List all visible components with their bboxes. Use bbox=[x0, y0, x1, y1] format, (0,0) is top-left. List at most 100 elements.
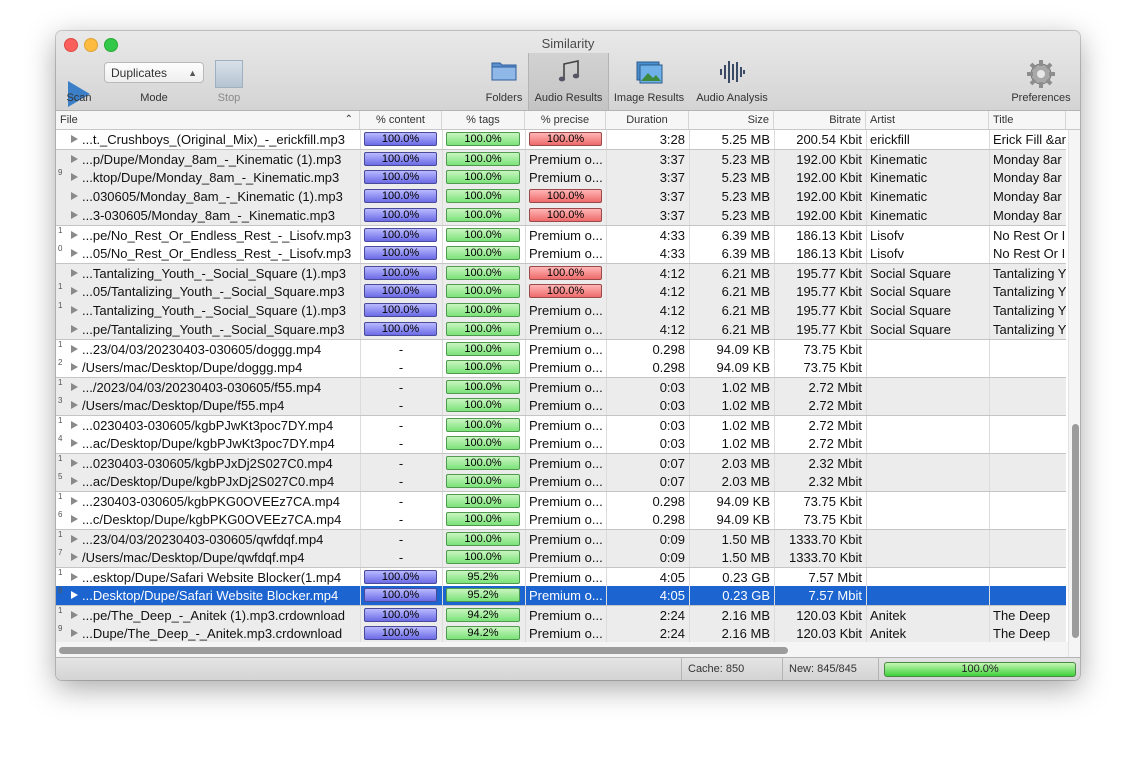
column-divider bbox=[866, 416, 867, 435]
preferences-button[interactable]: Preferences bbox=[1006, 53, 1076, 110]
stop-icon[interactable] bbox=[215, 60, 243, 88]
table-row[interactable]: 1 ...05/Tantalizing_Youth_-_Social_Square… bbox=[56, 282, 1066, 301]
column-divider bbox=[606, 206, 607, 225]
disclosure-triangle-icon[interactable] bbox=[71, 287, 78, 295]
disclosure-triangle-icon[interactable] bbox=[71, 249, 78, 257]
column-divider bbox=[442, 416, 443, 435]
disclosure-triangle-icon[interactable] bbox=[71, 173, 78, 181]
table-row[interactable]: 9 ...Dupe/The_Deep_-_Anitek.mp3.crdownloa… bbox=[56, 624, 1066, 643]
column-divider bbox=[689, 472, 690, 491]
table-row[interactable]: 1 ...Tantalizing_Youth_-_Social_Square (1… bbox=[56, 301, 1066, 320]
disclosure-triangle-icon[interactable] bbox=[71, 497, 78, 505]
column-divider bbox=[866, 301, 867, 320]
table-row[interactable]: 1 ...23/04/03/20230403-030605/doggg.mp4 - 1… bbox=[56, 339, 1066, 359]
table-row[interactable]: 1 .../2023/04/03/20230403-030605/f55.mp4 -… bbox=[56, 377, 1066, 397]
table-row[interactable]: 1 ...23/04/03/20230403-030605/qwfdqf.mp4 -… bbox=[56, 529, 1066, 549]
track-title: Erick Fill &ar bbox=[993, 132, 1066, 147]
table-row[interactable]: 1 ...0230403-030605/kgbPJwKt3poc7DY.mp4 - 1… bbox=[56, 415, 1066, 435]
column-header-content[interactable]: % content bbox=[360, 111, 442, 129]
disclosure-triangle-icon[interactable] bbox=[71, 345, 78, 353]
table-row[interactable]: 8 ...Desktop/Dupe/Safari Website Blocker.… bbox=[56, 586, 1066, 605]
column-divider bbox=[360, 264, 361, 283]
column-header-duration[interactable]: Duration bbox=[606, 111, 689, 129]
group-number: 1 bbox=[58, 226, 63, 235]
table-row[interactable]: 1 ...230403-030605/kgbPKG0OVEEz7CA.mp4 - 10… bbox=[56, 491, 1066, 511]
disclosure-triangle-icon[interactable] bbox=[71, 421, 78, 429]
vertical-scrollbar[interactable] bbox=[1068, 130, 1080, 657]
disclosure-triangle-icon[interactable] bbox=[71, 611, 78, 619]
column-header-title[interactable]: Title bbox=[989, 111, 1066, 129]
column-divider bbox=[606, 150, 607, 169]
tab-folders[interactable]: Folders bbox=[481, 53, 527, 110]
track-title bbox=[989, 548, 1066, 567]
table-row[interactable]: 0 ...05/No_Rest_Or_Endless_Rest_-_Lisofv.… bbox=[56, 244, 1066, 263]
vertical-scroll-thumb[interactable] bbox=[1072, 424, 1079, 638]
table-row[interactable]: 7/Users/mac/Desktop/Dupe/qwfdqf.mp4 - 100.… bbox=[56, 548, 1066, 567]
table-row[interactable]: 1 ...pe/No_Rest_Or_Endless_Rest_-_Lisofv.… bbox=[56, 225, 1066, 245]
tags-match-bar: 100.0% bbox=[446, 170, 520, 184]
tab-image-results[interactable]: Image Results bbox=[609, 53, 689, 110]
disclosure-triangle-icon[interactable] bbox=[71, 231, 78, 239]
table-row[interactable]: ...p/Dupe/Monday_8am_-_Kinematic (1).mp3… bbox=[56, 149, 1066, 169]
track-title: Monday 8ar bbox=[993, 189, 1062, 204]
artist bbox=[866, 530, 989, 549]
column-header-size[interactable]: Size bbox=[689, 111, 774, 129]
disclosure-triangle-icon[interactable] bbox=[71, 155, 78, 163]
disclosure-triangle-icon[interactable] bbox=[71, 629, 78, 637]
table-row[interactable]: 9 ...ktop/Dupe/Monday_8am_-_Kinematic.mp3… bbox=[56, 168, 1066, 187]
horizontal-scrollbar[interactable] bbox=[56, 642, 1068, 657]
table-row[interactable]: ...3-030605/Monday_8am_-_Kinematic.mp3 10… bbox=[56, 206, 1066, 225]
artist bbox=[866, 434, 989, 453]
table-row[interactable]: 6 ...c/Desktop/Dupe/kgbPKG0OVEEz7CA.mp4 - 1… bbox=[56, 510, 1066, 529]
disclosure-triangle-icon[interactable] bbox=[71, 135, 78, 143]
table-row[interactable]: 3/Users/mac/Desktop/Dupe/f55.mp4 - 100.0% P… bbox=[56, 396, 1066, 415]
content-match: - bbox=[398, 342, 404, 357]
column-divider bbox=[525, 320, 526, 339]
tab-audio-analysis[interactable]: Audio Analysis bbox=[691, 53, 773, 110]
table-row[interactable]: 1 ...pe/The_Deep_-_Anitek (1).mp3.crdownl… bbox=[56, 605, 1066, 625]
bitrate: 192.00 Kbit bbox=[796, 152, 862, 167]
table-row[interactable]: ...030605/Monday_8am_-_Kinematic (1).mp3… bbox=[56, 187, 1066, 206]
column-header-bitrate[interactable]: Bitrate bbox=[774, 111, 866, 129]
disclosure-triangle-icon[interactable] bbox=[71, 269, 78, 277]
horizontal-scroll-thumb[interactable] bbox=[59, 647, 788, 654]
disclosure-triangle-icon[interactable] bbox=[71, 383, 78, 391]
disclosure-triangle-icon[interactable] bbox=[71, 325, 78, 333]
scan-button[interactable]: Scan bbox=[56, 53, 102, 110]
mode-select[interactable]: Duplicates ▲ bbox=[104, 62, 204, 83]
column-header-artist[interactable]: Artist bbox=[866, 111, 989, 129]
tab-audio-results[interactable]: Audio Results bbox=[528, 53, 609, 110]
disclosure-triangle-icon[interactable] bbox=[71, 439, 78, 447]
table-row[interactable]: 2/Users/mac/Desktop/Dupe/doggg.mp4 - 100.0… bbox=[56, 358, 1066, 377]
disclosure-triangle-icon[interactable] bbox=[71, 211, 78, 219]
table-row[interactable]: ...t._Crushboys_(Original_Mix)_-_erickfi… bbox=[56, 130, 1066, 149]
table-row[interactable]: ...pe/Tantalizing_Youth_-_Social_Square.… bbox=[56, 320, 1066, 339]
disclosure-triangle-icon[interactable] bbox=[71, 591, 78, 599]
content-match-bar: 100.0% bbox=[364, 626, 437, 640]
table-row[interactable]: 5 ...ac/Desktop/Dupe/kgbPJxDj2S027C0.mp4 -… bbox=[56, 472, 1066, 491]
column-header-file[interactable]: File ⌃ bbox=[56, 111, 360, 129]
disclosure-triangle-icon[interactable] bbox=[71, 459, 78, 467]
table-row[interactable]: 1 ...esktop/Dupe/Safari Website Blocker(1… bbox=[56, 567, 1066, 587]
disclosure-triangle-icon[interactable] bbox=[71, 515, 78, 523]
column-divider bbox=[360, 358, 361, 377]
column-divider bbox=[774, 472, 775, 491]
table-row[interactable]: 4 ...ac/Desktop/Dupe/kgbPJwKt3poc7DY.mp4 -… bbox=[56, 434, 1066, 453]
disclosure-triangle-icon[interactable] bbox=[71, 306, 78, 314]
table-row[interactable]: ...Tantalizing_Youth_-_Social_Square (1)… bbox=[56, 263, 1066, 283]
track-title bbox=[989, 530, 1066, 549]
disclosure-triangle-icon[interactable] bbox=[71, 477, 78, 485]
column-header-tags[interactable]: % tags bbox=[442, 111, 525, 129]
duration: 0.298 bbox=[652, 494, 685, 509]
disclosure-triangle-icon[interactable] bbox=[71, 535, 78, 543]
disclosure-triangle-icon[interactable] bbox=[71, 573, 78, 581]
column-divider bbox=[442, 606, 443, 625]
bitrate: 7.57 Mbit bbox=[808, 588, 862, 603]
disclosure-triangle-icon[interactable] bbox=[71, 192, 78, 200]
disclosure-triangle-icon[interactable] bbox=[71, 401, 78, 409]
file-size: 94.09 KB bbox=[716, 342, 771, 357]
disclosure-triangle-icon[interactable] bbox=[71, 553, 78, 561]
column-header-precise[interactable]: % precise bbox=[525, 111, 606, 129]
disclosure-triangle-icon[interactable] bbox=[71, 363, 78, 371]
table-row[interactable]: 1 ...0230403-030605/kgbPJxDj2S027C0.mp4 - 1… bbox=[56, 453, 1066, 473]
